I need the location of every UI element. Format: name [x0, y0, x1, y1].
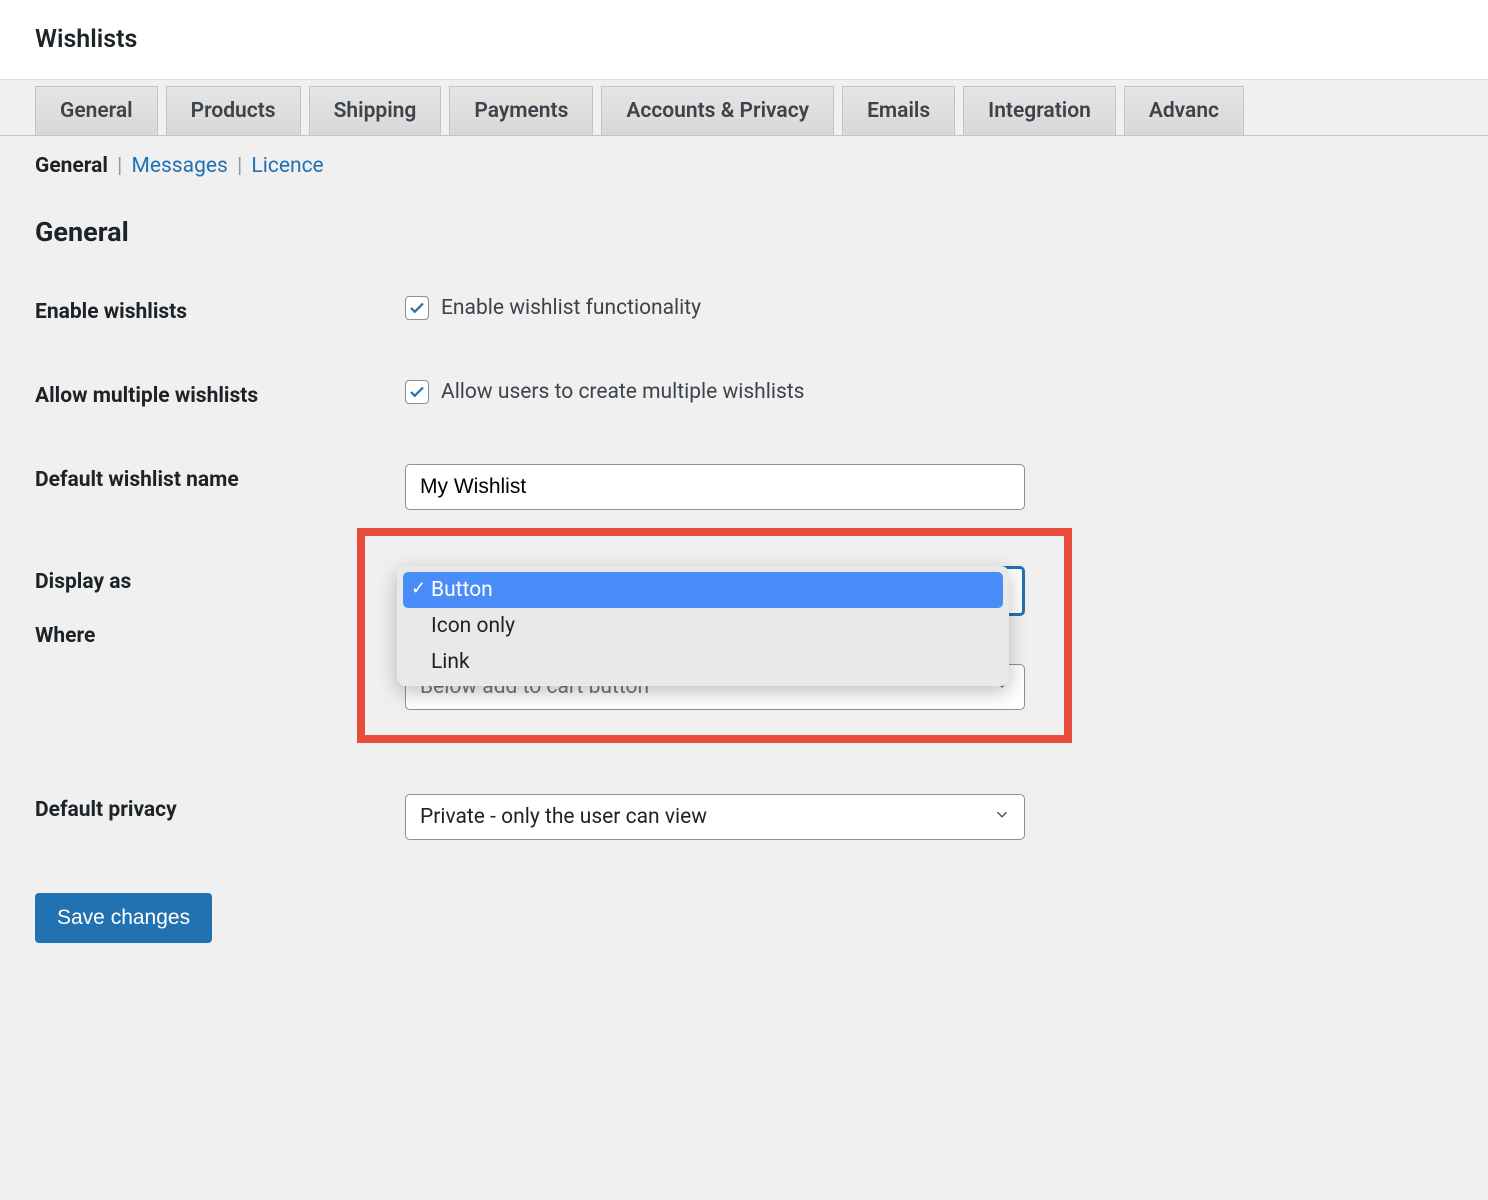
form-table: Enable wishlists Enable wishlist functio… [0, 258, 1488, 868]
page-header: Wishlists [0, 0, 1488, 80]
checkbox-label-enable: Enable wishlist functionality [441, 296, 701, 320]
subtab-licence[interactable]: Licence [251, 154, 323, 178]
tab-integration[interactable]: Integration [963, 86, 1116, 135]
row-default-privacy: Default privacy Private - only the user … [35, 766, 1453, 868]
check-icon [408, 299, 426, 317]
checkbox-label-multiple: Allow users to create multiple wishlists [441, 380, 805, 404]
row-default-name: Default wishlist name [35, 436, 1453, 538]
row-allow-multiple: Allow multiple wishlists Allow users to … [35, 352, 1453, 436]
tab-advanced[interactable]: Advanc [1124, 86, 1244, 135]
select-default-privacy[interactable]: Private - only the user can view [405, 794, 1025, 840]
label-display-as: Display as [35, 566, 405, 594]
subtab-general[interactable]: General [35, 154, 108, 178]
label-where: Where [35, 620, 405, 648]
checkbox-enable-wishlists[interactable] [405, 296, 429, 320]
tab-shipping[interactable]: Shipping [309, 86, 442, 135]
save-button[interactable]: Save changes [35, 893, 212, 943]
page-title: Wishlists [35, 25, 1453, 54]
section-title: General [0, 186, 1488, 258]
checkbox-allow-multiple[interactable] [405, 380, 429, 404]
subtab-separator: | [117, 154, 122, 178]
option-button[interactable]: Button [403, 572, 1003, 608]
label-default-privacy: Default privacy [35, 794, 405, 822]
label-enable-wishlists: Enable wishlists [35, 296, 405, 324]
tab-payments[interactable]: Payments [449, 86, 593, 135]
dropdown-display-as: Button Icon only Link [397, 566, 1009, 686]
input-default-name[interactable] [405, 464, 1025, 510]
subtabs: General | Messages | Licence [0, 136, 1488, 186]
label-default-name: Default wishlist name [35, 464, 405, 492]
tab-general[interactable]: General [35, 86, 158, 135]
check-icon [408, 383, 426, 401]
tabs-nav: General Products Shipping Payments Accou… [0, 80, 1488, 136]
option-link[interactable]: Link [403, 644, 1003, 680]
subtab-separator: | [237, 154, 242, 178]
row-where: Where [35, 738, 1453, 766]
tab-accounts-privacy[interactable]: Accounts & Privacy [601, 86, 834, 135]
tab-products[interactable]: Products [166, 86, 301, 135]
option-icon-only[interactable]: Icon only [403, 608, 1003, 644]
label-allow-multiple: Allow multiple wishlists [35, 380, 405, 408]
tab-emails[interactable]: Emails [842, 86, 955, 135]
subtab-messages[interactable]: Messages [132, 154, 228, 178]
row-enable-wishlists: Enable wishlists Enable wishlist functio… [35, 268, 1453, 352]
